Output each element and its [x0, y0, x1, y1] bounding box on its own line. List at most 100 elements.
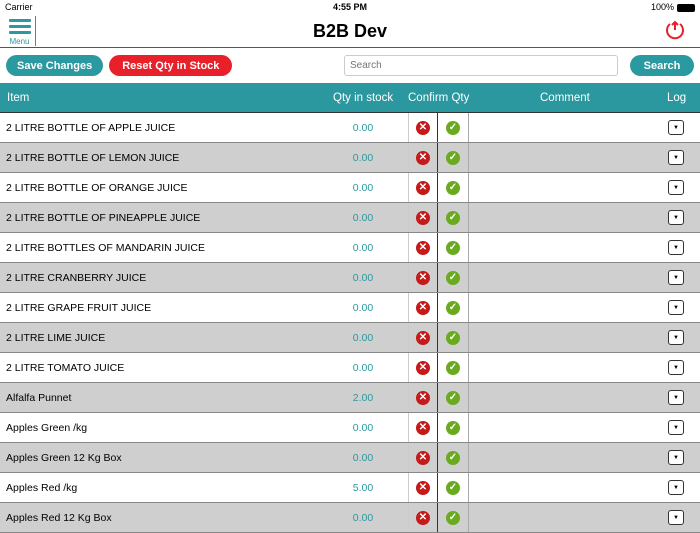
x-circle-icon: ✕	[416, 510, 430, 525]
qty-value[interactable]: 0.00	[330, 182, 396, 194]
x-circle-icon: ✕	[416, 450, 430, 465]
reject-button[interactable]: ✕	[408, 383, 438, 412]
qty-value[interactable]: 0.00	[330, 122, 396, 134]
table-row: Apples Red /kg 5.00 ✕ ✓ ▼	[0, 473, 700, 503]
qty-value[interactable]: 0.00	[330, 362, 396, 374]
nav-bar: Menu B2B Dev	[0, 14, 700, 48]
log-dropdown-button[interactable]: ▼	[668, 510, 684, 525]
power-icon[interactable]	[664, 19, 686, 41]
x-circle-icon: ✕	[416, 240, 430, 255]
caret-down-icon: ▼	[673, 364, 679, 371]
confirm-button[interactable]: ✓	[438, 113, 469, 142]
table-row: 2 LITRE BOTTLE OF ORANGE JUICE 0.00 ✕ ✓ …	[0, 173, 700, 203]
x-circle-icon: ✕	[416, 330, 430, 345]
reject-button[interactable]: ✕	[408, 443, 438, 472]
x-circle-icon: ✕	[416, 360, 430, 375]
reject-button[interactable]: ✕	[408, 473, 438, 502]
qty-value[interactable]: 5.00	[330, 482, 396, 494]
reject-button[interactable]: ✕	[408, 413, 438, 442]
confirm-button[interactable]: ✓	[438, 473, 469, 502]
confirm-button[interactable]: ✓	[438, 323, 469, 352]
log-dropdown-button[interactable]: ▼	[668, 180, 684, 195]
confirm-button[interactable]: ✓	[438, 203, 469, 232]
log-dropdown-button[interactable]: ▼	[668, 270, 684, 285]
confirm-button[interactable]: ✓	[438, 293, 469, 322]
confirm-button[interactable]: ✓	[438, 443, 469, 472]
reject-button[interactable]: ✕	[408, 203, 438, 232]
item-name: 2 LITRE LIME JUICE	[6, 332, 106, 344]
confirm-button[interactable]: ✓	[438, 353, 469, 382]
reject-button[interactable]: ✕	[408, 323, 438, 352]
qty-value[interactable]: 0.00	[330, 422, 396, 434]
table-row: 2 LITRE BOTTLE OF PINEAPPLE JUICE 0.00 ✕…	[0, 203, 700, 233]
reject-button[interactable]: ✕	[408, 143, 438, 172]
log-dropdown-button[interactable]: ▼	[668, 240, 684, 255]
item-name: 2 LITRE CRANBERRY JUICE	[6, 272, 147, 284]
col-item: Item	[7, 92, 30, 104]
reject-button[interactable]: ✕	[408, 263, 438, 292]
search-button[interactable]: Search	[630, 55, 694, 76]
log-dropdown-button[interactable]: ▼	[668, 120, 684, 135]
reject-button[interactable]: ✕	[408, 293, 438, 322]
qty-value[interactable]: 0.00	[330, 212, 396, 224]
log-dropdown-button[interactable]: ▼	[668, 330, 684, 345]
status-bar: Carrier 4:55 PM 100%	[0, 0, 700, 14]
qty-value[interactable]: 0.00	[330, 452, 396, 464]
confirm-button[interactable]: ✓	[438, 503, 469, 532]
log-dropdown-button[interactable]: ▼	[668, 300, 684, 315]
qty-value[interactable]: 0.00	[330, 242, 396, 254]
log-dropdown-button[interactable]: ▼	[668, 480, 684, 495]
caret-down-icon: ▼	[673, 154, 679, 161]
table-row: 2 LITRE LIME JUICE 0.00 ✕ ✓ ▼	[0, 323, 700, 353]
qty-value[interactable]: 0.00	[330, 272, 396, 284]
reject-button[interactable]: ✕	[408, 353, 438, 382]
check-circle-icon: ✓	[446, 420, 460, 435]
table-body: 2 LITRE BOTTLE OF APPLE JUICE 0.00 ✕ ✓ ▼…	[0, 113, 700, 533]
confirm-button[interactable]: ✓	[438, 233, 469, 262]
qty-value[interactable]: 2.00	[330, 392, 396, 404]
reject-button[interactable]: ✕	[408, 113, 438, 142]
caret-down-icon: ▼	[673, 484, 679, 491]
clock: 4:55 PM	[332, 2, 367, 12]
confirm-button[interactable]: ✓	[438, 383, 469, 412]
item-name: 2 LITRE BOTTLE OF APPLE JUICE	[6, 122, 176, 134]
caret-down-icon: ▼	[673, 424, 679, 431]
save-changes-button[interactable]: Save Changes	[6, 55, 104, 76]
log-dropdown-button[interactable]: ▼	[668, 420, 684, 435]
item-name: 2 LITRE BOTTLE OF PINEAPPLE JUICE	[6, 212, 201, 224]
check-circle-icon: ✓	[446, 330, 460, 345]
caret-down-icon: ▼	[673, 214, 679, 221]
confirm-button[interactable]: ✓	[438, 413, 469, 442]
reject-button[interactable]: ✕	[408, 233, 438, 262]
log-dropdown-button[interactable]: ▼	[668, 450, 684, 465]
log-dropdown-button[interactable]: ▼	[668, 210, 684, 225]
col-confirm: Confirm Qty	[408, 92, 470, 104]
check-circle-icon: ✓	[446, 480, 460, 495]
search-input[interactable]	[344, 55, 618, 76]
col-qty: Qty in stock	[333, 92, 394, 104]
item-name: Apples Green 12 Kg Box	[6, 452, 122, 464]
confirm-button[interactable]: ✓	[438, 173, 469, 202]
confirm-button[interactable]: ✓	[438, 263, 469, 292]
qty-value[interactable]: 0.00	[330, 152, 396, 164]
log-dropdown-button[interactable]: ▼	[668, 360, 684, 375]
reset-qty-button[interactable]: Reset Qty in Stock	[109, 55, 233, 76]
item-name: Alfalfa Punnet	[6, 392, 72, 404]
x-circle-icon: ✕	[416, 420, 430, 435]
table-row: 2 LITRE CRANBERRY JUICE 0.00 ✕ ✓ ▼	[0, 263, 700, 293]
log-dropdown-button[interactable]: ▼	[668, 390, 684, 405]
reject-button[interactable]: ✕	[408, 503, 438, 532]
check-circle-icon: ✓	[446, 270, 460, 285]
check-circle-icon: ✓	[446, 180, 460, 195]
toolbar: Save Changes Reset Qty in Stock Search	[0, 48, 700, 83]
qty-value[interactable]: 0.00	[330, 302, 396, 314]
caret-down-icon: ▼	[673, 274, 679, 281]
item-name: Apples Green /kg	[6, 422, 88, 434]
qty-value[interactable]: 0.00	[330, 512, 396, 524]
qty-value[interactable]: 0.00	[330, 332, 396, 344]
table-row: Apples Green 12 Kg Box 0.00 ✕ ✓ ▼	[0, 443, 700, 473]
reject-button[interactable]: ✕	[408, 173, 438, 202]
x-circle-icon: ✕	[416, 150, 430, 165]
log-dropdown-button[interactable]: ▼	[668, 150, 684, 165]
confirm-button[interactable]: ✓	[438, 143, 469, 172]
